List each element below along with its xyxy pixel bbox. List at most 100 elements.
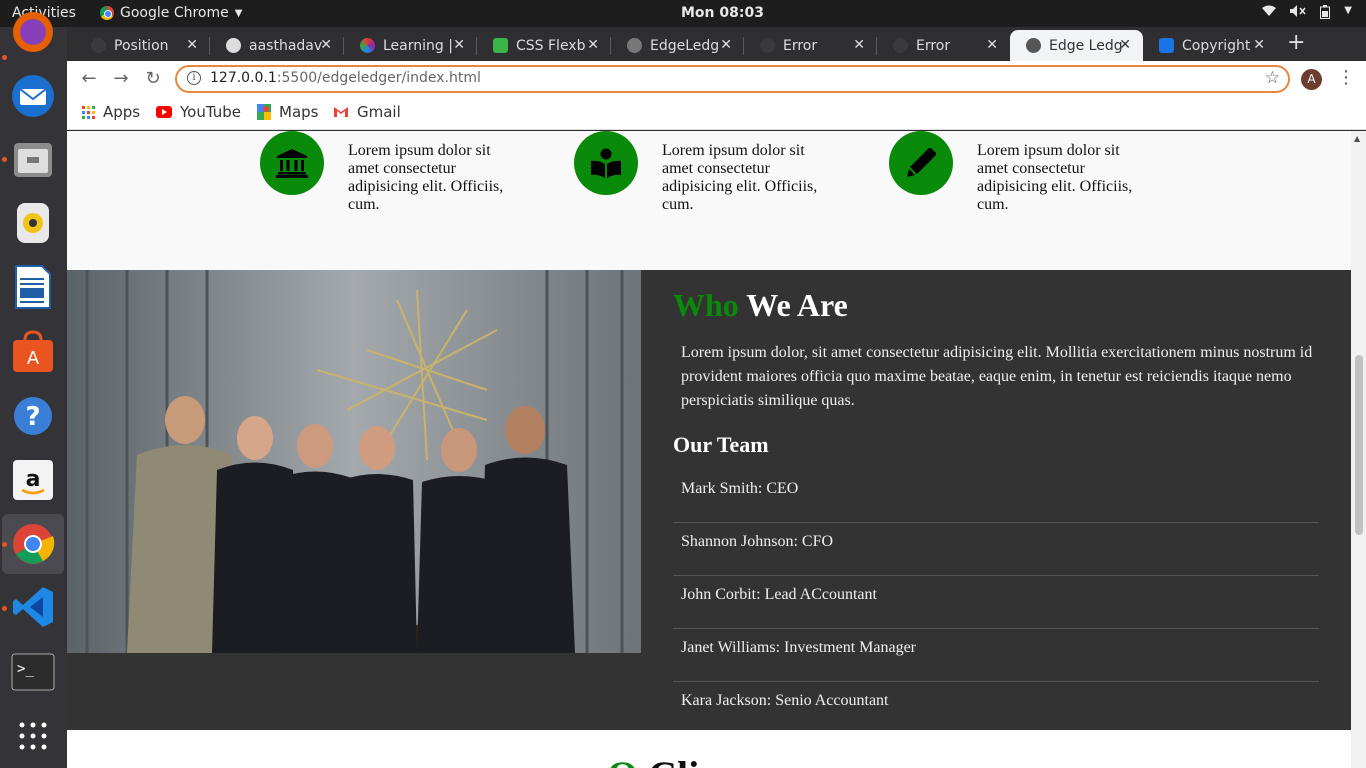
feature-text: Lorem ipsum dolor sit amet consectetur a… (662, 142, 818, 213)
title-accent: O (607, 753, 638, 768)
vscode-icon[interactable] (10, 584, 56, 630)
tab[interactable]: CSS Flexb ✕ (477, 30, 611, 61)
feature-item: Lorem ipsum dolor sit amet consectetur a… (889, 131, 1132, 213)
chrome-menu-icon[interactable]: ⋮ (1337, 67, 1355, 88)
terminal-icon[interactable]: >_ (10, 649, 56, 695)
bookmark-label: Gmail (357, 103, 401, 121)
caret-down-icon: ▼ (234, 7, 243, 19)
section-title: Who We Are (673, 287, 848, 324)
book-reader-icon (591, 148, 621, 178)
app-menu[interactable]: Google Chrome ▼ (100, 5, 242, 21)
close-tab-icon[interactable]: ✕ (853, 37, 865, 53)
team-member: Janet Williams: Investment Manager (673, 629, 1319, 682)
system-tray[interactable]: ▼ (1262, 5, 1352, 23)
close-tab-icon[interactable]: ✕ (453, 37, 465, 53)
about-paragraph: Lorem ipsum dolor, sit amet consectetur … (681, 344, 1313, 409)
globe-icon (1026, 38, 1041, 53)
caret-down-icon: ▼ (1344, 5, 1352, 16)
tab-favicon-icon (91, 38, 106, 53)
bookmark-maps[interactable]: Maps (257, 103, 318, 121)
team-member: John Corbit: Lead ACcountant (673, 576, 1319, 629)
close-tab-icon[interactable]: ✕ (320, 37, 332, 53)
learning-icon (360, 38, 375, 53)
volume-muted-icon (1290, 5, 1306, 23)
amazon-icon[interactable]: a (10, 457, 56, 503)
clients-section: O Cli (67, 730, 1351, 768)
dock: A ? a >_ (0, 12, 67, 768)
chrome-icon (100, 6, 114, 20)
url-path: :5500/edgeledger/index.html (276, 70, 481, 86)
edge-icon (627, 38, 642, 53)
section-title: O Cli (607, 752, 699, 768)
writer-icon[interactable] (10, 264, 56, 310)
scrollbar-thumb[interactable] (1355, 355, 1363, 535)
title-accent: Who (673, 287, 739, 323)
feature-icon-circle (260, 131, 324, 195)
bookmark-star-icon[interactable]: ☆ (1265, 68, 1280, 88)
system-top-bar: Activities Google Chrome ▼ Mon 08:03 ▼ (0, 0, 1366, 27)
error-icon (760, 38, 775, 53)
tab-active[interactable]: Edge Ledg ✕ (1010, 30, 1143, 61)
bank-icon (276, 149, 308, 178)
tab[interactable]: Error ✕ (877, 30, 1010, 61)
title-rest: We Are (738, 287, 848, 323)
page-scrollbar[interactable]: ▲ (1351, 131, 1366, 768)
team-photo (67, 270, 641, 653)
tab[interactable]: Copyright ✕ (1143, 30, 1277, 61)
close-tab-icon[interactable]: ✕ (186, 37, 198, 53)
browser-toolbar: ← → ↻ i 127.0.0.1:5500/edgeledger/index.… (67, 61, 1366, 97)
features-section: Lorem ipsum dolor sit amet consectetur a… (67, 131, 1351, 270)
tab[interactable]: Learning | ✕ (344, 30, 477, 61)
new-tab-button[interactable]: + (1287, 30, 1305, 55)
team-member: Mark Smith: CEO (673, 470, 1319, 523)
firefox-icon[interactable] (10, 9, 56, 55)
tab[interactable]: Position ✕ (75, 30, 210, 61)
feature-text: Lorem ipsum dolor sit amet consectetur a… (977, 142, 1133, 213)
bookmark-gmail[interactable]: Gmail (333, 103, 401, 121)
forward-button[interactable]: → (109, 67, 133, 91)
site-info-icon[interactable]: i (187, 71, 201, 85)
clock[interactable]: Mon 08:03 (681, 5, 764, 21)
show-apps-icon[interactable] (10, 713, 56, 759)
back-button[interactable]: ← (77, 67, 101, 91)
scroll-up-arrow-icon[interactable]: ▲ (1354, 134, 1360, 143)
chrome-icon[interactable] (10, 521, 56, 567)
bookmark-youtube[interactable]: YouTube (156, 103, 241, 121)
url-host: 127.0.0.1 (210, 70, 277, 86)
software-center-icon[interactable]: A (10, 329, 56, 375)
tab[interactable]: EdgeLedg ✕ (611, 30, 744, 61)
svg-text:?: ? (25, 402, 40, 432)
bookmark-label: Maps (279, 103, 319, 121)
team-member: Kara Jackson: Senio Accountant (673, 682, 1319, 735)
bookmark-label: Apps (103, 103, 141, 121)
bookmarks-bar: Apps YouTube Maps Gmail (67, 97, 1366, 130)
tab[interactable]: aasthadav ✕ (210, 30, 344, 61)
team-heading: Our Team (673, 432, 769, 457)
address-bar[interactable]: i 127.0.0.1:5500/edgeledger/index.html ☆ (175, 65, 1290, 93)
close-tab-icon[interactable]: ✕ (1253, 37, 1265, 53)
reload-button[interactable]: ↻ (141, 67, 165, 91)
running-indicator (2, 542, 7, 547)
running-indicator (2, 55, 7, 60)
page-viewport: Lorem ipsum dolor sit amet consectetur a… (67, 131, 1351, 768)
error-icon (893, 38, 908, 53)
files-icon[interactable] (10, 137, 56, 183)
rhythmbox-icon[interactable] (10, 200, 56, 246)
close-tab-icon[interactable]: ✕ (587, 37, 599, 53)
maps-icon (257, 104, 271, 120)
bookmark-apps[interactable]: Apps (82, 103, 140, 121)
app-menu-label: Google Chrome (120, 5, 229, 21)
tab[interactable]: Error ✕ (744, 30, 877, 61)
apps-grid-icon (82, 105, 95, 119)
tab-strip: Position ✕ aasthadav ✕ Learning | ✕ CSS … (67, 27, 1366, 61)
flag-icon (1159, 38, 1174, 53)
close-tab-icon[interactable]: ✕ (1119, 37, 1131, 53)
youtube-icon (156, 106, 172, 118)
close-tab-icon[interactable]: ✕ (986, 37, 998, 53)
feature-icon-circle (574, 131, 638, 195)
close-tab-icon[interactable]: ✕ (720, 37, 732, 53)
profile-avatar[interactable]: A (1301, 69, 1322, 90)
svg-text:A: A (27, 348, 40, 369)
thunderbird-icon[interactable] (10, 73, 56, 119)
help-icon[interactable]: ? (10, 393, 56, 439)
